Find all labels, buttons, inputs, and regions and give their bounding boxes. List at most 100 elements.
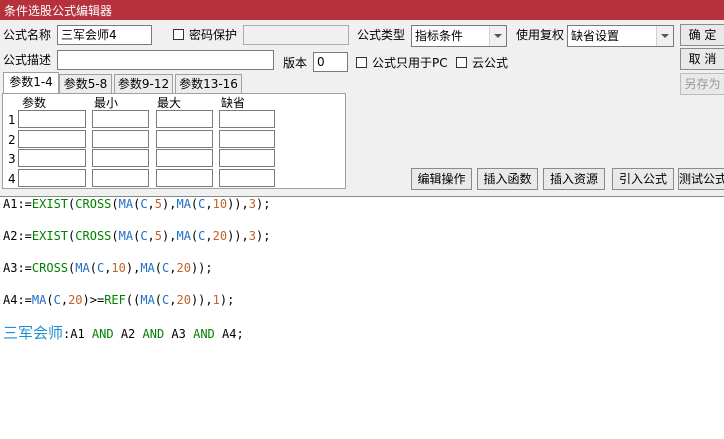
param-default-cell[interactable] xyxy=(219,149,275,167)
type-label: 公式类型 xyxy=(357,28,406,42)
code-token: )), xyxy=(190,293,213,307)
fuquan-select[interactable]: 缺省设置 xyxy=(567,25,674,47)
code-token: ( xyxy=(154,293,163,307)
code-token: C xyxy=(140,229,148,243)
param-row-number: 3 xyxy=(8,152,16,166)
param-min-cell[interactable] xyxy=(92,149,149,167)
code-token: 20 xyxy=(68,293,83,307)
param-max-cell[interactable] xyxy=(156,130,213,148)
ok-button[interactable]: 确 定 xyxy=(680,24,724,46)
tab-params-9-12[interactable]: 参数9-12 xyxy=(114,74,173,94)
code-token: )>= xyxy=(82,293,105,307)
code-token: ); xyxy=(256,197,271,211)
formula-type-select[interactable]: 指标条件 xyxy=(411,25,507,47)
code-token: MA xyxy=(118,197,134,211)
code-token: 1 xyxy=(212,293,220,307)
code-token: AND xyxy=(142,327,165,341)
code-token: , xyxy=(169,293,177,307)
version-input[interactable]: 0 xyxy=(313,52,348,72)
code-token: 10 xyxy=(111,261,126,275)
param-header-default: 缺省 xyxy=(221,96,246,110)
code-token: A2:= xyxy=(3,229,32,243)
code-token: 20 xyxy=(176,293,191,307)
code-token: MA xyxy=(140,293,155,307)
password-input[interactable] xyxy=(243,25,349,45)
code-token: , xyxy=(205,197,213,211)
param-min-cell[interactable] xyxy=(92,130,149,148)
insert-resource-button[interactable]: 插入资源 xyxy=(543,168,605,190)
param-row-number: 4 xyxy=(8,172,16,186)
password-label: 密码保护 xyxy=(189,28,238,42)
cloud-label: 云公式 xyxy=(472,56,509,70)
tab-params-13-16[interactable]: 参数13-16 xyxy=(175,74,242,94)
code-token: MA xyxy=(75,261,90,275)
code-line: 三军会师:A1 AND A2 AND A3 AND A4; xyxy=(3,322,244,343)
code-token: 三军会师 xyxy=(3,324,64,342)
code-token: CROSS xyxy=(75,197,112,211)
code-token: 10 xyxy=(212,197,228,211)
chevron-down-icon[interactable] xyxy=(489,26,506,46)
param-default-cell[interactable] xyxy=(219,110,275,128)
formula-name-input[interactable]: 三军会师4 xyxy=(57,25,152,45)
tab-params-1-4[interactable]: 参数1-4 xyxy=(3,72,59,94)
param-min-cell[interactable] xyxy=(92,169,149,187)
code-token: A1:= xyxy=(3,197,32,211)
code-line: A2:=EXIST(CROSS(MA(C,5),MA(C,20)),3); xyxy=(3,229,270,243)
param-default-cell[interactable] xyxy=(219,169,275,187)
code-token: ( xyxy=(46,293,54,307)
code-token: , xyxy=(147,197,155,211)
formula-editor[interactable]: A1:=EXIST(CROSS(MA(C,5),MA(C,10)),3); A2… xyxy=(0,196,724,439)
insert-function-button[interactable]: 插入函数 xyxy=(477,168,538,190)
param-min-cell[interactable] xyxy=(92,110,149,128)
code-line: A1:=EXIST(CROSS(MA(C,5),MA(C,10)),3); xyxy=(3,197,270,211)
param-name-cell[interactable] xyxy=(18,110,86,128)
password-checkbox[interactable] xyxy=(173,29,184,40)
code-token: 5 xyxy=(154,197,163,211)
window-title: 条件选股公式编辑器 xyxy=(4,4,113,18)
fuquan-label: 使用复权 xyxy=(516,28,565,42)
code-token: CROSS xyxy=(75,229,112,243)
code-line: A4:=MA(C,20)>=REF((MA(C,20)),1); xyxy=(3,293,234,307)
param-header-name: 参数 xyxy=(22,96,47,110)
code-token: 20 xyxy=(212,229,228,243)
code-token: , xyxy=(60,293,69,307)
code-token: A4; xyxy=(214,327,244,341)
code-token: A2 xyxy=(113,327,143,341)
param-max-cell[interactable] xyxy=(156,110,213,128)
pc-only-checkbox[interactable] xyxy=(356,57,367,68)
param-row-number: 1 xyxy=(8,113,16,127)
param-name-cell[interactable] xyxy=(18,169,86,187)
param-name-cell[interactable] xyxy=(18,130,86,148)
formula-desc-input[interactable] xyxy=(57,50,274,70)
param-max-cell[interactable] xyxy=(156,149,213,167)
param-max-cell[interactable] xyxy=(156,169,213,187)
code-token: MA xyxy=(140,261,155,275)
param-default-cell[interactable] xyxy=(219,130,275,148)
version-label: 版本 xyxy=(283,56,308,70)
formula-type-value: 指标条件 xyxy=(415,29,464,43)
cloud-checkbox[interactable] xyxy=(456,57,467,68)
tab-params-5-8[interactable]: 参数5-8 xyxy=(59,74,112,94)
desc-label: 公式描述 xyxy=(3,53,52,67)
param-name-cell[interactable] xyxy=(18,149,86,167)
code-token: )), xyxy=(227,197,249,211)
param-header-max: 最大 xyxy=(157,96,182,110)
code-token: ), xyxy=(162,197,177,211)
code-token: CROSS xyxy=(31,261,69,275)
edit-ops-button[interactable]: 编辑操作 xyxy=(411,168,472,190)
code-token: A3 xyxy=(164,327,194,341)
code-token: REF xyxy=(104,293,126,307)
cancel-button[interactable]: 取 消 xyxy=(680,48,724,70)
code-token: , xyxy=(147,229,155,243)
test-formula-button[interactable]: 测试公式 xyxy=(678,168,724,190)
code-token: EXIST xyxy=(31,229,69,243)
param-header-min: 最小 xyxy=(94,96,119,110)
fuquan-value: 缺省设置 xyxy=(571,29,620,43)
save-as-button[interactable]: 另存为 xyxy=(680,73,724,95)
code-token: 20 xyxy=(176,261,191,275)
import-formula-button[interactable]: 引入公式 xyxy=(612,168,674,190)
code-line: A3:=CROSS(MA(C,10),MA(C,20)); xyxy=(3,261,213,275)
code-token: 5 xyxy=(154,229,163,243)
code-token: AND xyxy=(193,327,215,341)
chevron-down-icon[interactable] xyxy=(656,26,673,46)
